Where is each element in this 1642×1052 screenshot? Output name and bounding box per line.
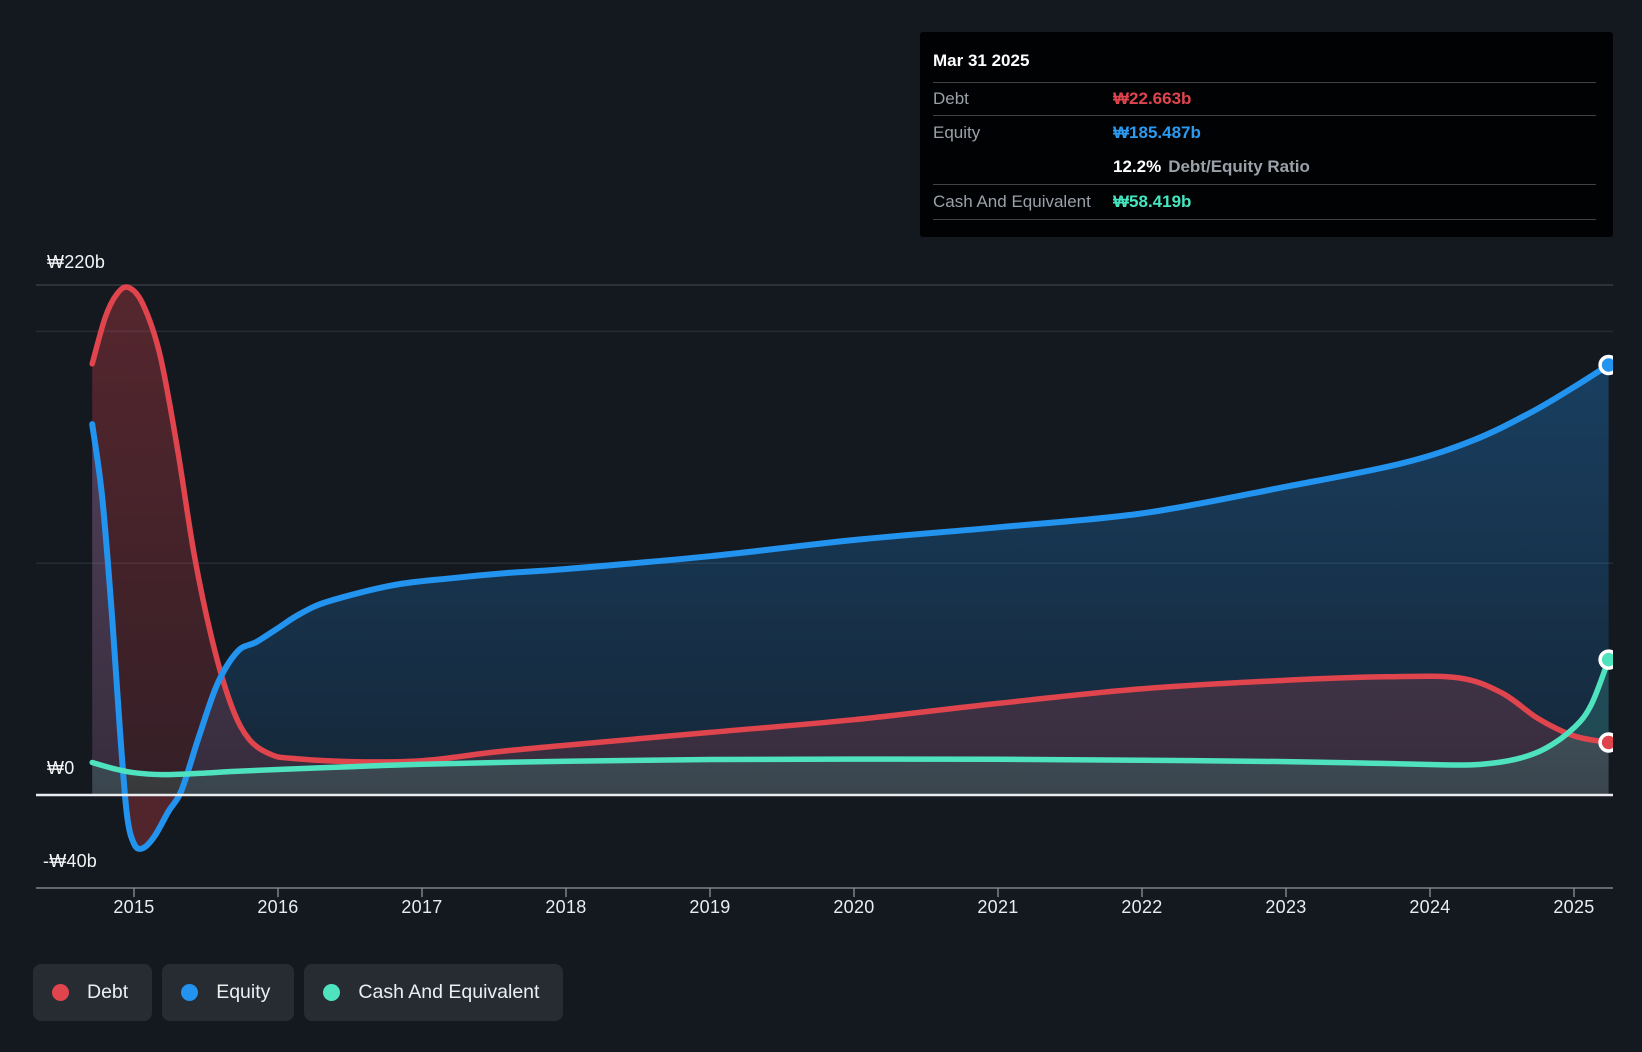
tooltip-row-equity: Equity ₩185.487b xyxy=(933,116,1596,150)
x-axis-label-2024: 2024 xyxy=(1409,897,1451,917)
tooltip-debt-label: Debt xyxy=(933,89,969,108)
legend-item-debt[interactable]: Debt xyxy=(33,964,153,1021)
tooltip-equity-label: Equity xyxy=(933,123,981,142)
debt-equity-ratio-label: Debt/Equity Ratio xyxy=(1168,157,1310,176)
equity-end-marker[interactable] xyxy=(1598,354,1617,376)
legend-item-equity[interactable]: Equity xyxy=(162,964,295,1021)
x-axis-label-2025: 2025 xyxy=(1553,897,1595,917)
debt-equity-history-chart[interactable]: ₩220b ₩0 -₩40b 2015 2016 2017 2018 2019 2020 2… xyxy=(0,0,1642,1052)
y-axis-label-0: ₩0 xyxy=(47,758,75,778)
legend-label: Cash And Equivalent xyxy=(358,981,540,1003)
legend: Debt Equity Cash And Equivalent xyxy=(33,964,564,1021)
tooltip-cash-label: Cash And Equivalent xyxy=(933,192,1091,211)
y-axis-label-220b: ₩220b xyxy=(47,252,106,272)
x-axis-label-2023: 2023 xyxy=(1265,897,1307,917)
legend-label: Debt xyxy=(87,981,129,1003)
debt-equity-ratio-value: 12.2% xyxy=(1113,157,1162,176)
tooltip-equity-value: ₩185.487b xyxy=(1113,123,1201,142)
x-axis-label-2016: 2016 xyxy=(257,897,299,917)
y-axis-label-neg40b: -₩40b xyxy=(43,851,98,871)
tooltip: Mar 31 2025 Debt ₩22.663b Equity ₩185.48… xyxy=(920,32,1613,237)
tooltip-row-ratio: 12.2% Debt/Equity Ratio xyxy=(933,150,1596,184)
legend-label: Equity xyxy=(216,981,271,1003)
tooltip-date: Mar 31 2025 xyxy=(933,32,1596,83)
tooltip-row-debt: Debt ₩22.663b xyxy=(933,83,1596,116)
legend-item-cash[interactable]: Cash And Equivalent xyxy=(304,964,564,1021)
x-axis-label-2019: 2019 xyxy=(689,897,731,917)
x-axis-label-2017: 2017 xyxy=(401,897,443,917)
x-axis-label-2020: 2020 xyxy=(833,897,875,917)
tooltip-debt-value: ₩22.663b xyxy=(1113,89,1192,108)
debt-legend-dot-icon xyxy=(52,984,69,1001)
cash-end-marker[interactable] xyxy=(1598,649,1617,670)
cash-legend-dot-icon xyxy=(323,984,341,1001)
debt-end-marker[interactable] xyxy=(1598,732,1617,753)
x-axis-label-2015: 2015 xyxy=(113,897,155,917)
tooltip-cash-value: ₩58.419b xyxy=(1113,192,1192,211)
x-axis-label-2021: 2021 xyxy=(977,897,1019,917)
x-axis-label-2018: 2018 xyxy=(545,897,587,917)
x-axis-label-2022: 2022 xyxy=(1121,897,1163,917)
equity-legend-dot-icon xyxy=(181,984,199,1001)
tooltip-row-cash: Cash And Equivalent ₩58.419b xyxy=(933,184,1596,220)
